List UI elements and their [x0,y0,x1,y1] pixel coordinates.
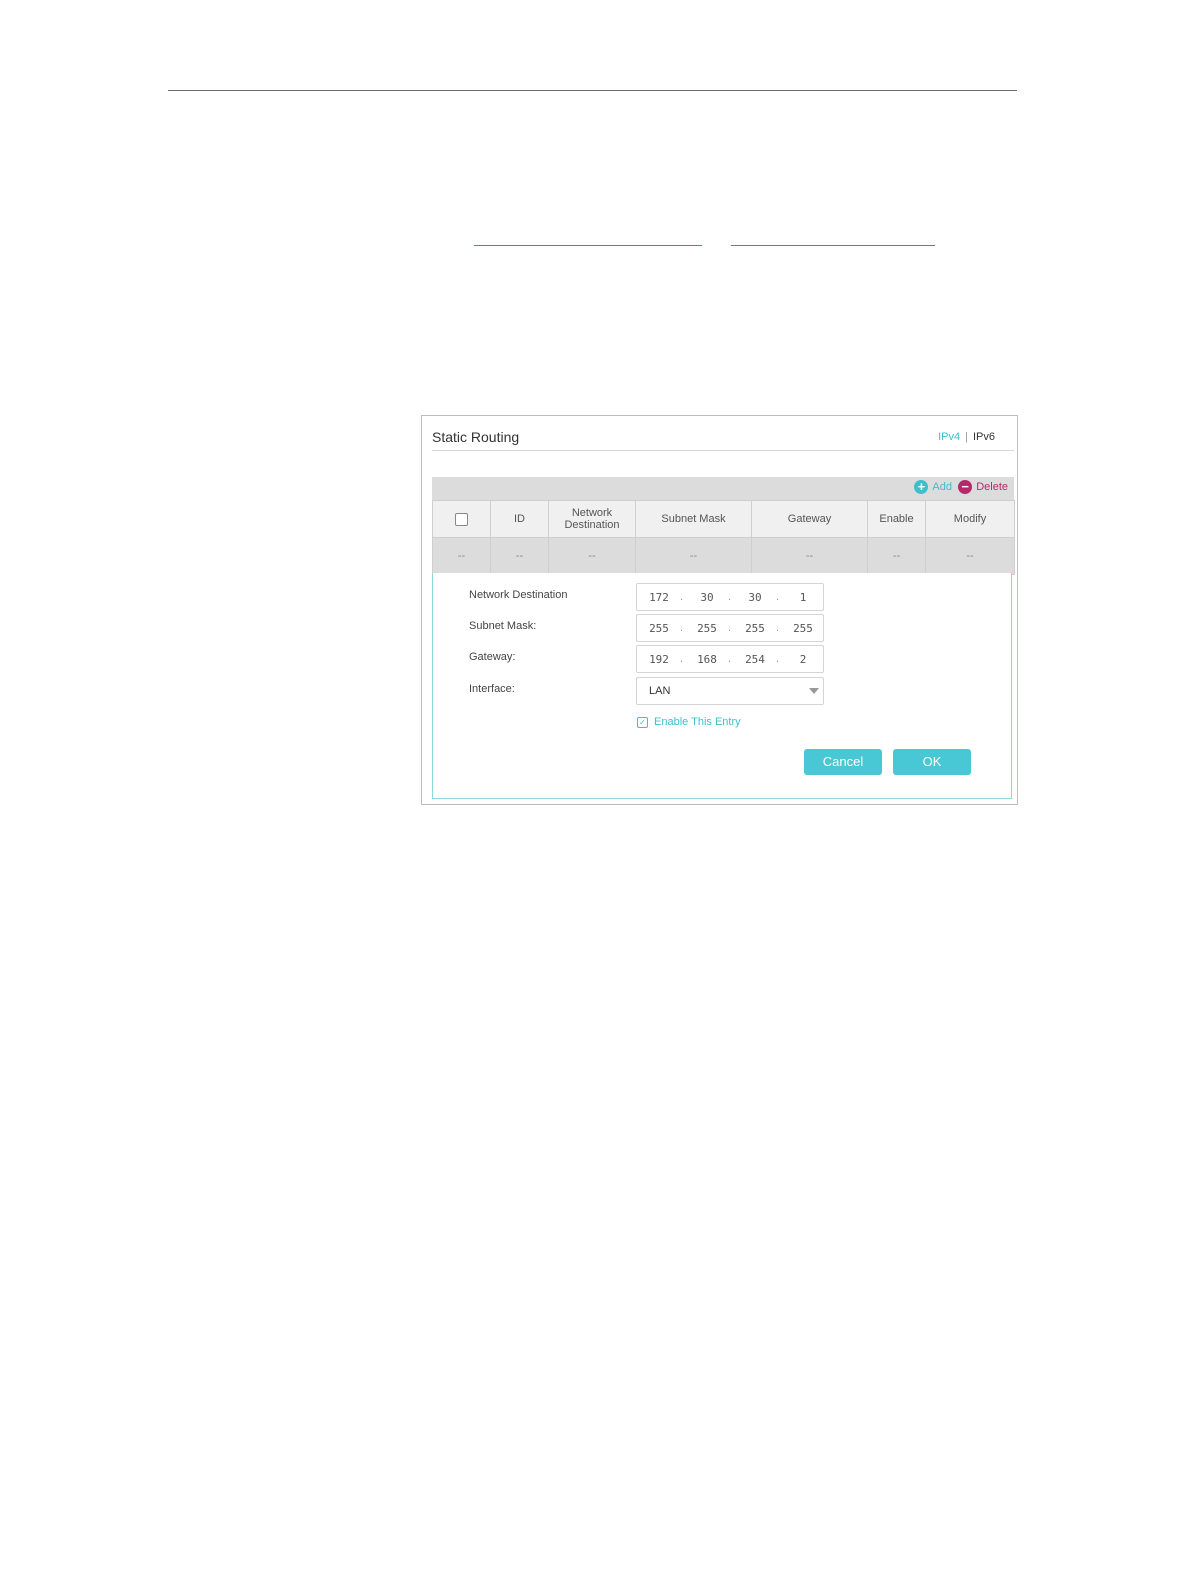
column-header: Subnet Mask [635,500,752,538]
ip-octet[interactable]: 254 [738,653,772,666]
ip-octet[interactable]: 1 [786,591,820,604]
ip-octet[interactable]: 192 [642,653,676,666]
gateway-label: Gateway: [469,651,516,663]
ip-dot: . [680,653,684,665]
table-cell: -- [548,537,636,575]
ip-octet[interactable]: 255 [738,622,772,635]
select-all-checkbox[interactable] [455,512,468,526]
table-cell: -- [432,537,491,575]
ip-octet[interactable]: 255 [786,622,820,635]
delete-button[interactable]: − Delete [958,480,1008,494]
table-row: -- -- -- -- -- -- -- [432,537,1015,575]
gateway-input[interactable]: 192 . 168 . 254 . 2 [636,645,824,673]
ip-octet[interactable]: 172 [642,591,676,604]
tab-ipv6[interactable]: IPv6 [973,431,995,443]
subnet-mask-input[interactable]: 255 . 255 . 255 . 255 [636,614,824,642]
routes-table: ID Network Destination Subnet Mask Gatew… [432,500,1015,575]
table-cell: -- [490,537,549,575]
title-divider [432,450,1014,451]
table-header: ID Network Destination Subnet Mask Gatew… [432,500,1015,538]
tab-separator: | [965,431,968,443]
ip-octet[interactable]: 255 [642,622,676,635]
network-destination-input[interactable]: 172 . 30 . 30 . 1 [636,583,824,611]
route-edit-form: Network Destination 172 . 30 . 30 . 1 Su… [432,573,1012,799]
ip-octet[interactable]: 168 [690,653,724,666]
add-circle-icon: + [914,480,929,494]
subnet-mask-label: Subnet Mask: [469,620,537,632]
table-cell: -- [751,537,868,575]
network-destination-label: Network Destination [469,589,568,601]
ok-button[interactable]: OK [893,749,971,775]
ip-octet[interactable]: 30 [738,591,772,604]
ip-dot: . [728,622,732,634]
enable-entry-label: Enable This Entry [654,716,741,728]
ip-octet[interactable]: 2 [786,653,820,666]
page-top-rule [168,90,1017,91]
table-cell: -- [635,537,752,575]
ip-version-tabs: IPv4 | IPv6 [938,431,995,443]
hyperlink-underline [474,245,702,246]
ip-dot: . [680,622,684,634]
ip-dot: . [728,653,732,665]
column-header: ID [490,500,549,538]
table-cell: -- [867,537,926,575]
tab-ipv4[interactable]: IPv4 [938,431,960,443]
column-header: Enable [867,500,926,538]
ip-dot: . [776,653,780,665]
interface-select[interactable]: LAN [636,677,824,705]
column-header: Modify [925,500,1015,538]
interface-value: LAN [649,685,671,697]
table-toolbar: + Add − Delete [432,477,1014,501]
table-cell: -- [925,537,1015,575]
column-header: Gateway [751,500,868,538]
ip-dot: . [776,591,780,603]
interface-label: Interface: [469,683,515,695]
enable-entry-checkbox[interactable]: ✓ Enable This Entry [637,716,741,728]
ip-octet[interactable]: 255 [690,622,724,635]
ip-dot: . [680,591,684,603]
panel-title: Static Routing [432,429,520,445]
add-label: Add [932,481,952,493]
column-header: Network Destination [548,500,636,538]
delete-label: Delete [976,481,1008,493]
add-button[interactable]: + Add [914,480,952,494]
select-all-header[interactable] [432,500,491,538]
ip-dot: . [776,622,780,634]
hyperlink-underline [731,245,935,246]
checkbox-icon[interactable]: ✓ [637,716,648,728]
chevron-down-icon[interactable] [809,688,819,694]
ip-octet[interactable]: 30 [690,591,724,604]
remove-circle-icon: − [958,480,973,494]
static-routing-panel: Static Routing IPv4 | IPv6 + Add − Delete … [421,415,1018,805]
ip-dot: . [728,591,732,603]
cancel-button[interactable]: Cancel [804,749,882,775]
